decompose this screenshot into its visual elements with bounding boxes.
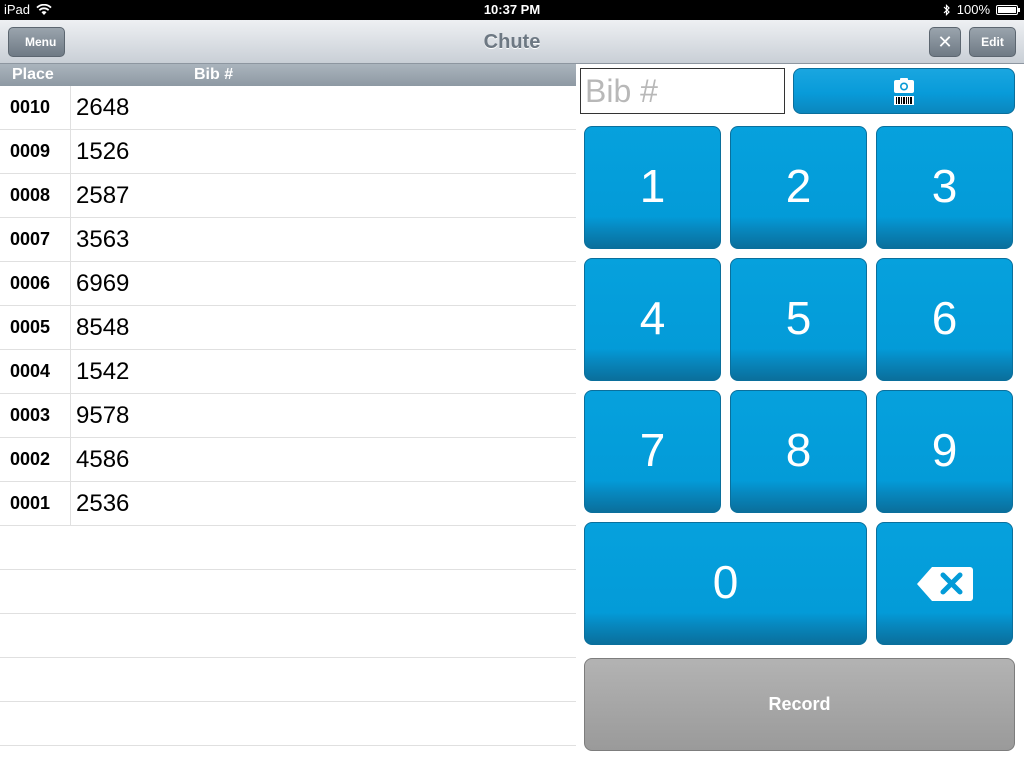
place-cell: 0007 xyxy=(0,218,71,261)
close-icon: ✕ xyxy=(937,31,953,52)
keypad-key-8[interactable]: 8 xyxy=(730,390,867,513)
place-cell: 0003 xyxy=(0,394,71,437)
bib-cell: 2536 xyxy=(76,490,130,517)
navigation-bar: Menu Chute ✕ Edit xyxy=(0,20,1024,64)
results-table: Place Bib # 0010 2648 0009 1526 0008 258… xyxy=(0,64,576,768)
bluetooth-icon xyxy=(943,3,950,16)
place-cell: 0001 xyxy=(0,482,71,525)
bib-cell: 2587 xyxy=(76,182,130,209)
bib-cell: 4586 xyxy=(76,446,130,473)
bib-number-input[interactable] xyxy=(580,68,785,114)
place-cell: 0008 xyxy=(0,174,71,217)
table-row[interactable]: 0003 9578 xyxy=(0,394,576,438)
keypad-key-0[interactable]: 0 xyxy=(584,522,867,645)
status-time: 10:37 PM xyxy=(483,2,541,17)
keypad-key-6[interactable]: 6 xyxy=(876,258,1013,381)
table-row[interactable]: 0007 3563 xyxy=(0,218,576,262)
place-cell: 0004 xyxy=(0,350,71,393)
page-title: Chute xyxy=(483,31,541,53)
scan-barcode-button[interactable] xyxy=(793,68,1015,114)
key-label: 9 xyxy=(931,423,958,476)
key-label: 1 xyxy=(639,159,666,212)
place-cell: 0009 xyxy=(0,130,71,173)
table-row[interactable]: 0004 1542 xyxy=(0,350,576,394)
edit-button[interactable]: Edit xyxy=(969,27,1016,57)
bib-cell: 1542 xyxy=(76,358,130,385)
keypad-key-4[interactable]: 4 xyxy=(584,258,721,381)
table-row[interactable]: 0009 1526 xyxy=(0,130,576,174)
table-row[interactable]: 0002 4586 xyxy=(0,438,576,482)
place-cell: 0006 xyxy=(0,262,71,305)
empty-row xyxy=(0,526,576,570)
key-label: 8 xyxy=(785,423,812,476)
place-cell: 0002 xyxy=(0,438,71,481)
empty-row xyxy=(0,614,576,658)
record-button[interactable]: Record xyxy=(584,658,1015,751)
table-row[interactable]: 0001 2536 xyxy=(0,482,576,526)
place-cell: 0005 xyxy=(0,306,71,349)
status-bar: iPad 10:37 PM 100% xyxy=(0,0,1024,20)
key-label: 3 xyxy=(931,159,958,212)
empty-row xyxy=(0,658,576,702)
close-button[interactable]: ✕ xyxy=(929,27,961,57)
table-row[interactable]: 0010 2648 xyxy=(0,86,576,130)
keypad-key-2[interactable]: 2 xyxy=(730,126,867,249)
keypad-key-7[interactable]: 7 xyxy=(584,390,721,513)
key-label: 0 xyxy=(712,555,739,608)
table-row[interactable]: 0005 8548 xyxy=(0,306,576,350)
key-label: 2 xyxy=(785,159,812,212)
bib-cell: 1526 xyxy=(76,138,130,165)
column-header-place: Place xyxy=(12,66,54,83)
column-header-bib: Bib # xyxy=(194,66,234,83)
empty-row xyxy=(0,570,576,614)
entry-panel: 1 2 3 4 5 6 7 8 9 0 Record xyxy=(576,64,1024,768)
keypad-key-9[interactable]: 9 xyxy=(876,390,1013,513)
record-button-label: Record xyxy=(768,694,831,714)
bib-cell: 6969 xyxy=(76,270,130,297)
bib-cell: 2648 xyxy=(76,94,130,121)
table-header: Place Bib # xyxy=(0,64,576,86)
edit-button-label: Edit xyxy=(981,35,1004,49)
camera-barcode-icon xyxy=(894,78,914,105)
bib-cell: 9578 xyxy=(76,402,130,429)
bib-cell: 3563 xyxy=(76,226,130,253)
battery-icon xyxy=(996,4,1020,15)
table-row[interactable]: 0008 2587 xyxy=(0,174,576,218)
keypad-key-3[interactable]: 3 xyxy=(876,126,1013,249)
key-label: 6 xyxy=(931,291,958,344)
keypad-key-1[interactable]: 1 xyxy=(584,126,721,249)
battery-percent: 100% xyxy=(956,2,990,17)
keypad-key-5[interactable]: 5 xyxy=(730,258,867,381)
key-label: 4 xyxy=(639,291,666,344)
bib-cell: 8548 xyxy=(76,314,130,341)
place-cell: 0010 xyxy=(0,86,71,129)
key-label: 7 xyxy=(639,423,666,476)
empty-row xyxy=(0,702,576,746)
backspace-button[interactable] xyxy=(876,522,1013,645)
table-row[interactable]: 0006 6969 xyxy=(0,262,576,306)
status-right: 100% xyxy=(943,2,1020,17)
key-label: 5 xyxy=(785,291,812,344)
backspace-icon xyxy=(916,566,973,601)
